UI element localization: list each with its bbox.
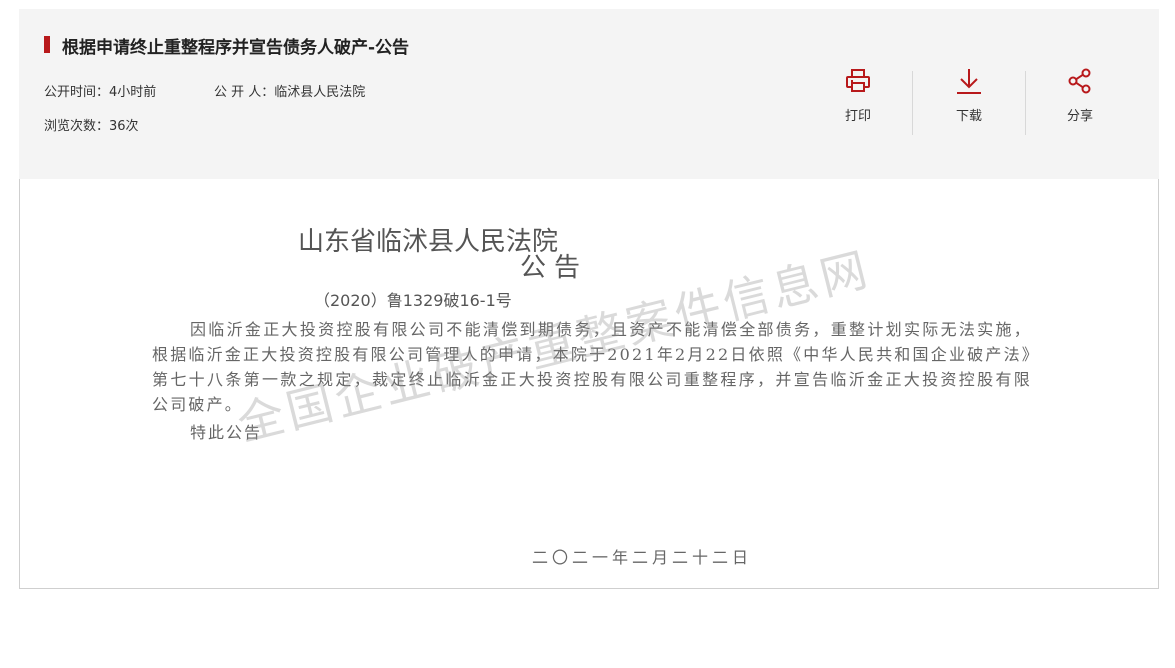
publish-time-value: 4小时前 [109,85,157,100]
publisher: 公 开 人：临沭县人民法院 [214,81,365,100]
publish-time-label: 公开时间： [44,85,110,100]
notice-body: 因临沂金正大投资控股有限公司不能清偿到期债务，且资产不能清偿全部债务，重整计划实… [152,317,1032,417]
notice-heading: 公告 [520,253,589,283]
print-button[interactable]: 打印 [818,67,898,124]
notice-header: 根据申请终止重整程序并宣告债务人破产-公告 公开时间：4小时前 公 开 人：临沭… [19,9,1159,179]
case-number: （2020）鲁1329破16-1号 [314,291,512,310]
publish-time: 公开时间：4小时前 [44,81,156,100]
download-label: 下载 [955,109,982,124]
share-label: 分享 [1066,109,1093,124]
publisher-label: 公 开 人： [214,85,275,100]
court-name: 山东省临沭县人民法院 [298,227,559,257]
notice-document: 山东省临沭县人民法院 公告 （2020）鲁1329破16-1号 因临沂金正大投资… [19,179,1159,589]
action-divider [912,71,913,135]
download-button[interactable]: 下载 [929,67,1009,124]
print-label: 打印 [844,109,871,124]
publisher-value: 临沭县人民法院 [274,85,366,100]
title-accent-bar [44,36,50,53]
closing-text: 特此公告 [190,423,263,442]
page-title: 根据申请终止重整程序并宣告债务人破产-公告 [62,38,410,58]
share-button[interactable]: 分享 [1040,67,1120,124]
notice-date: 二〇二一年二月二十二日 [532,548,753,567]
view-count-value: 36次 [109,119,139,134]
download-icon [929,67,1009,95]
view-count: 浏览次数：36次 [44,115,139,134]
printer-icon [818,67,898,95]
share-icon [1040,67,1120,95]
view-count-label: 浏览次数： [44,119,110,134]
notice-paragraph: 因临沂金正大投资控股有限公司不能清偿到期债务，且资产不能清偿全部债务，重整计划实… [152,320,1032,414]
action-divider [1025,71,1026,135]
